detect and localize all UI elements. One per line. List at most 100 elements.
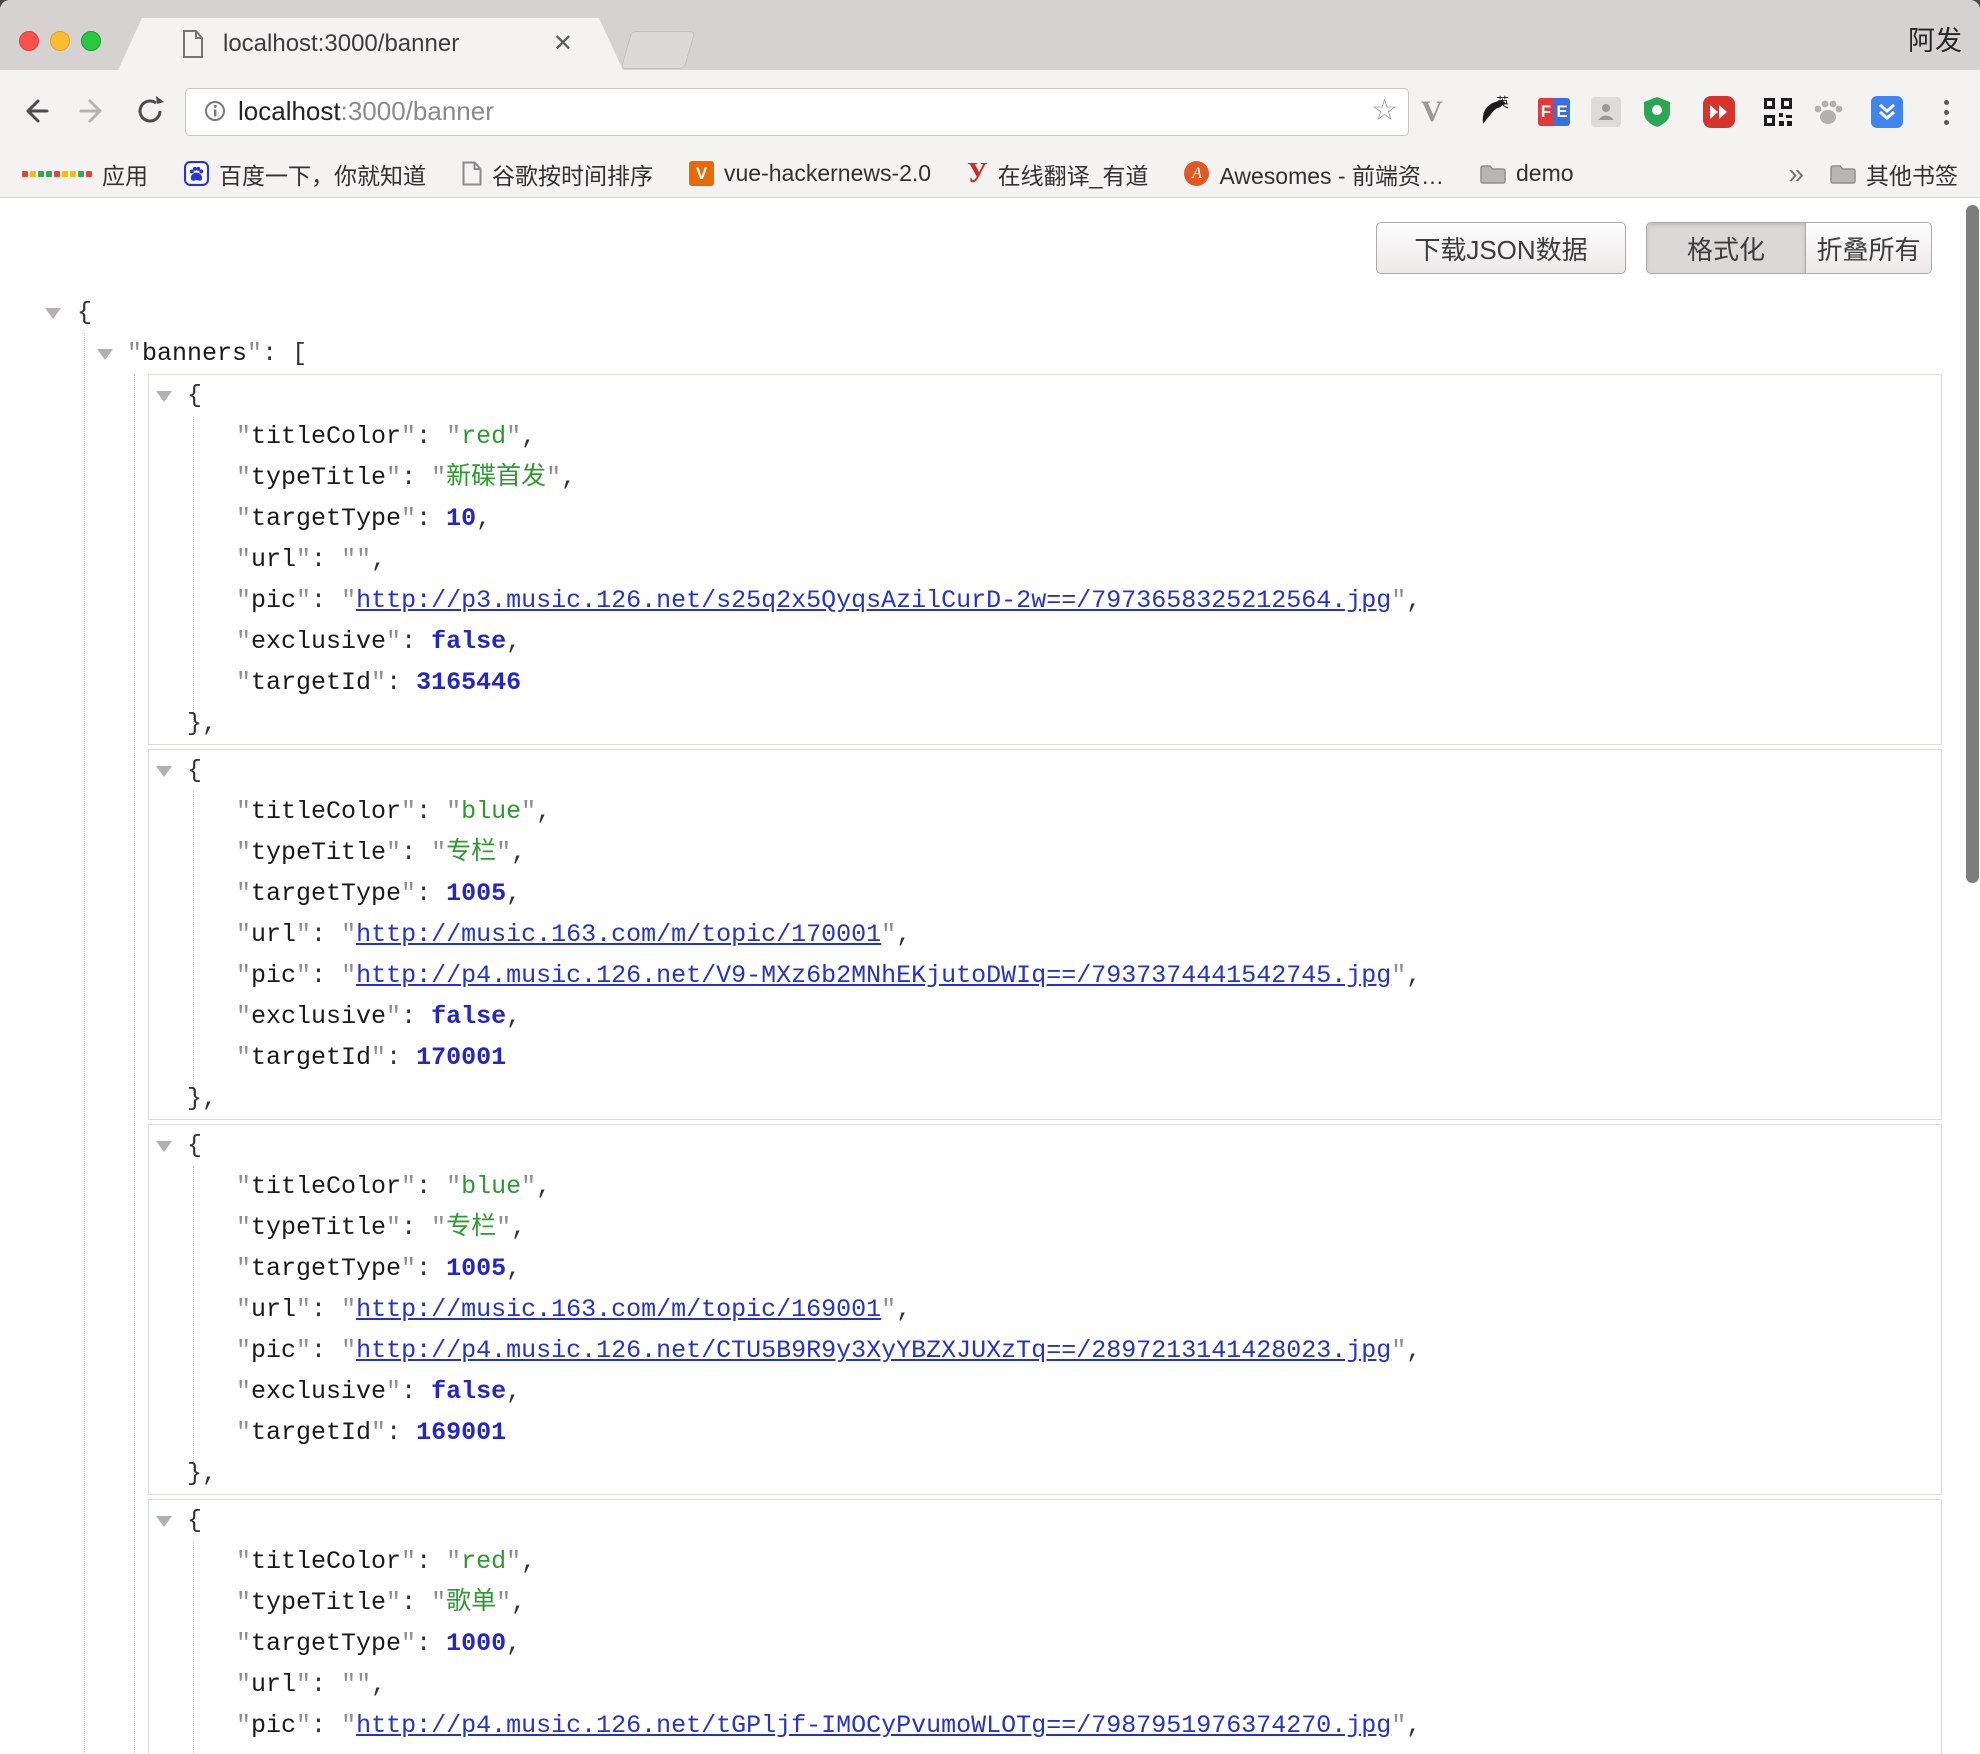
bookmark-label: Awesomes - 前端资… <box>1219 157 1444 191</box>
json-punctuation: , <box>511 1213 526 1242</box>
json-punctuation: , <box>1406 1711 1421 1740</box>
json-punctuation: : <box>416 422 446 451</box>
ext-sitemap-person-icon[interactable] <box>1588 94 1624 130</box>
json-root-open: { <box>0 292 1980 333</box>
json-punctuation: " <box>296 1336 311 1365</box>
json-link-value[interactable]: http://music.163.com/m/topic/170001 <box>356 920 881 949</box>
json-property-line: "titleColor": "blue", <box>149 791 1941 832</box>
json-number-value: 1000 <box>446 1629 506 1658</box>
json-punctuation: , <box>511 1588 526 1617</box>
json-key: pic <box>251 1336 296 1365</box>
json-string-value: 专栏 <box>446 838 496 867</box>
new-tab-button[interactable] <box>621 31 696 69</box>
page-info-icon[interactable] <box>204 100 226 127</box>
browser-tab[interactable]: localhost:3000/banner ✕ <box>118 18 623 70</box>
zoom-window-button[interactable] <box>81 31 101 51</box>
json-object-open: { <box>149 375 1941 416</box>
bookmark-item[interactable]: 谷歌按时间排序 <box>462 157 653 191</box>
url-text: localhost:3000/banner <box>238 89 494 133</box>
bookmarks-overflow-chevron[interactable]: » <box>1788 158 1804 190</box>
format-button[interactable]: 格式化 <box>1647 223 1805 273</box>
collapse-triangle-icon[interactable] <box>156 1141 172 1152</box>
ext-vimium-icon[interactable]: V <box>1414 94 1450 130</box>
collapse-all-button[interactable]: 折叠所有 <box>1805 223 1931 273</box>
json-punctuation: " <box>236 838 251 867</box>
tab-close-icon[interactable]: ✕ <box>553 18 573 70</box>
json-punctuation: , <box>1406 961 1421 990</box>
browser-menu-icon[interactable] <box>1928 94 1964 130</box>
address-bar[interactable]: localhost:3000/banner ☆ <box>185 88 1409 136</box>
json-object-open: { <box>149 750 1941 791</box>
json-punctuation: " <box>386 838 401 867</box>
ext-fehelper-icon[interactable]: FE <box>1536 94 1572 130</box>
collapse-triangle-icon[interactable] <box>156 391 172 402</box>
bookmark-item[interactable]: Vvue-hackernews-2.0 <box>689 160 931 187</box>
json-property-line: "exclusive": false, <box>149 996 1941 1037</box>
json-punctuation: " <box>296 961 311 990</box>
json-number-value: 3165446 <box>416 668 521 697</box>
json-punctuation: " <box>236 627 251 656</box>
bookmark-star-icon[interactable]: ☆ <box>1371 89 1398 133</box>
bookmark-apps[interactable]: 应用 <box>22 157 148 191</box>
bookmark-label: 其他书签 <box>1866 157 1958 191</box>
reload-button[interactable] <box>132 93 168 129</box>
json-punctuation: , <box>371 1670 386 1699</box>
json-punctuation: " <box>446 422 461 451</box>
vertical-scrollbar-thumb[interactable] <box>1966 205 1979 883</box>
json-property-line: "url": "", <box>149 539 1941 580</box>
json-link-value[interactable]: http://p3.music.126.net/s25q2x5QyqsAzilC… <box>356 586 1391 615</box>
minimize-window-button[interactable] <box>50 31 70 51</box>
json-punctuation: " <box>401 422 416 451</box>
other-bookmarks-folder[interactable]: 其他书签 <box>1830 157 1958 191</box>
json-punctuation: " <box>446 1547 461 1576</box>
ext-downloader-icon[interactable] <box>1869 94 1905 130</box>
collapse-triangle-icon[interactable] <box>156 1516 172 1527</box>
collapse-triangle-icon[interactable] <box>156 766 172 777</box>
bookmark-item[interactable]: У在线翻译_有道 <box>967 157 1148 191</box>
json-punctuation: " <box>236 463 251 492</box>
json-punctuation: " <box>881 1295 896 1324</box>
json-key: pic <box>251 586 296 615</box>
ext-paw-icon[interactable] <box>1810 94 1846 130</box>
json-punctuation: : <box>416 504 446 533</box>
close-window-button[interactable] <box>19 31 39 51</box>
json-punctuation: }, <box>187 709 217 738</box>
json-punctuation: " <box>1391 586 1406 615</box>
json-punctuation: , <box>506 879 521 908</box>
collapse-triangle-icon[interactable] <box>97 349 113 360</box>
json-object-close: }, <box>149 703 1941 744</box>
json-link-value[interactable]: http://music.163.com/m/topic/169001 <box>356 1295 881 1324</box>
bookmark-item[interactable]: demo <box>1480 160 1574 187</box>
bookmark-item[interactable]: 百度一下，你就知道 <box>184 157 426 191</box>
ext-translate-pen-icon[interactable]: 英 <box>1476 94 1512 130</box>
json-punctuation: " <box>1391 1336 1406 1365</box>
bookmark-label: 应用 <box>102 157 148 191</box>
json-property-line: "typeTitle": "新碟首发", <box>149 457 1941 498</box>
json-punctuation: " <box>247 339 262 368</box>
ext-redplay-icon[interactable] <box>1701 94 1737 130</box>
forward-button[interactable] <box>74 93 110 129</box>
json-key: targetId <box>251 1043 371 1072</box>
json-string-value: blue <box>461 1172 521 1201</box>
json-object-open: { <box>149 1125 1941 1166</box>
ext-qrcode-icon[interactable] <box>1760 94 1796 130</box>
bookmark-label: 在线翻译_有道 <box>998 157 1149 191</box>
json-punctuation: " <box>236 1629 251 1658</box>
bookmark-item[interactable]: AAwesomes - 前端资… <box>1184 157 1444 191</box>
json-link-value[interactable]: http://p4.music.126.net/tGPljf-IMOCyPvum… <box>356 1711 1391 1740</box>
json-punctuation: , <box>476 504 491 533</box>
collapse-triangle-icon[interactable] <box>45 308 61 319</box>
json-link-value[interactable]: http://p4.music.126.net/CTU5B9R9y3XyYBZX… <box>356 1336 1391 1365</box>
toolbar: localhost:3000/banner ☆ V 英 FE <box>0 70 1980 150</box>
json-punctuation: " <box>236 1172 251 1201</box>
json-property-line: "targetType": 1005, <box>149 1248 1941 1289</box>
json-punctuation: " <box>341 961 356 990</box>
download-json-button[interactable]: 下载JSON数据 <box>1376 222 1626 274</box>
json-link-value[interactable]: http://p4.music.126.net/V9-MXz6b2MNhEKju… <box>356 961 1391 990</box>
json-punctuation: " <box>236 422 251 451</box>
json-key: url <box>251 1295 296 1324</box>
json-property-line: "url": "", <box>149 1664 1941 1705</box>
back-button[interactable] <box>18 93 54 129</box>
ext-shield-icon[interactable] <box>1639 94 1675 130</box>
json-punctuation: , <box>1406 1336 1421 1365</box>
